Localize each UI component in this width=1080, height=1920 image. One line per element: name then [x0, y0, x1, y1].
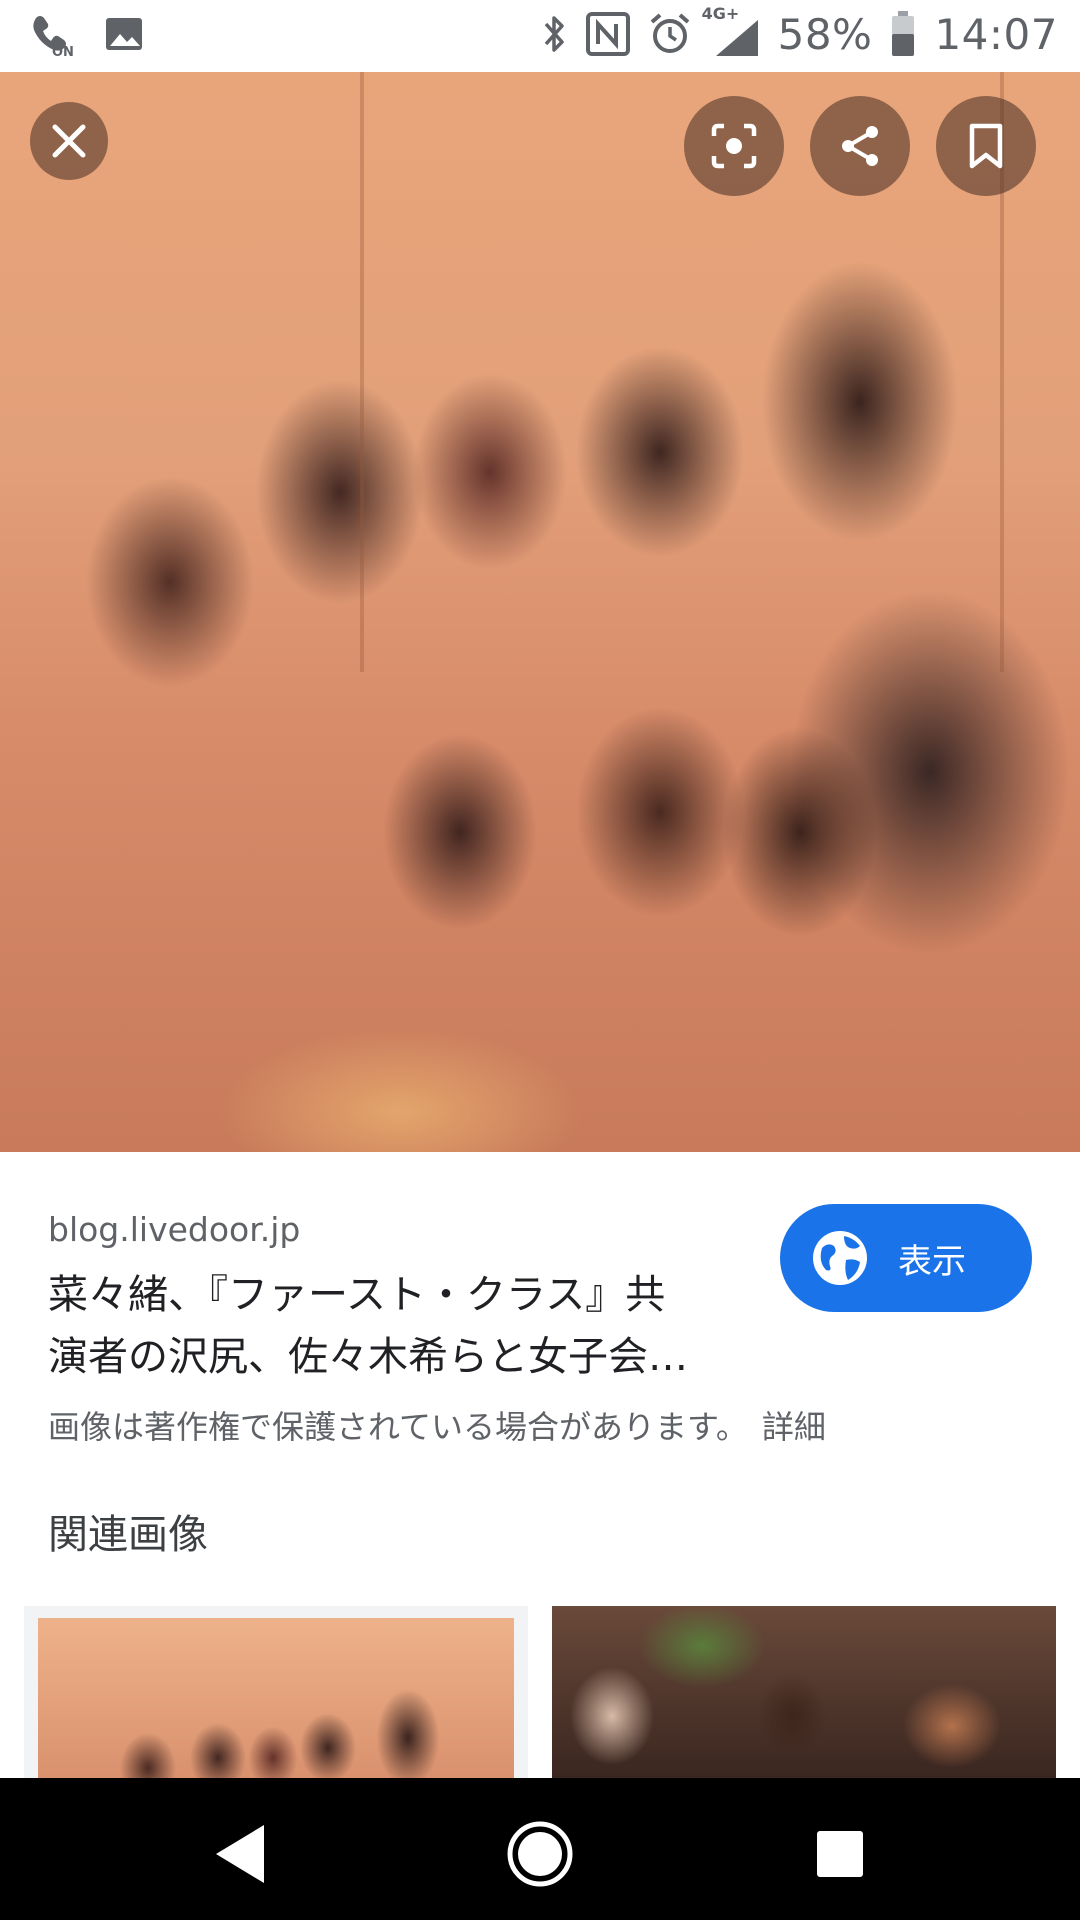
nfc-icon: [585, 12, 630, 56]
bookmark-icon: [966, 122, 1006, 170]
home-button[interactable]: [500, 1814, 580, 1894]
wall-seam: [360, 72, 364, 672]
copyright-notice: 画像は著作権で保護されている場合があります。 詳細: [48, 1402, 826, 1448]
network-type-label: 4G+: [701, 4, 740, 23]
copyright-text: 画像は著作権で保護されている場合があります。: [48, 1408, 748, 1446]
close-button[interactable]: [30, 102, 108, 180]
related-image: [38, 1618, 514, 1778]
details-link[interactable]: 詳細: [762, 1408, 826, 1446]
home-icon: [505, 1819, 575, 1889]
source-domain[interactable]: blog.livedoor.jp: [48, 1210, 300, 1249]
globe-icon: [810, 1228, 870, 1288]
result-title-line: 演者の沢尻、佐々木希らと女子会…: [48, 1334, 688, 1380]
related-image-thumbnail[interactable]: [24, 1606, 528, 1778]
recents-button[interactable]: [800, 1814, 880, 1894]
related-image-thumbnail[interactable]: [552, 1606, 1056, 1778]
related-images-heading: 関連画像: [48, 1512, 208, 1558]
battery-icon: [890, 10, 916, 58]
bluetooth-icon: [542, 12, 568, 56]
recents-icon: [815, 1829, 865, 1879]
volte-on-icon: ON: [30, 10, 74, 58]
signal-4g-icon: 4G+: [702, 4, 760, 60]
share-button[interactable]: [810, 96, 910, 196]
visit-button-label: 表示: [898, 1241, 966, 1282]
visit-button[interactable]: 表示: [780, 1204, 1032, 1312]
svg-text:ON: ON: [52, 45, 74, 58]
share-icon: [836, 122, 884, 170]
image-notification-icon: [104, 16, 144, 52]
lens-search-button[interactable]: [684, 96, 784, 196]
battery-percentage: 58%: [777, 9, 873, 59]
preview-image[interactable]: [0, 72, 1080, 1152]
alarm-icon: [648, 12, 692, 56]
save-button[interactable]: [936, 96, 1036, 196]
back-button[interactable]: [200, 1814, 280, 1894]
lens-search-icon: [710, 122, 758, 170]
result-title-line: 菜々緒、『ファースト・クラス』共: [48, 1272, 666, 1318]
clock: 14:07: [934, 9, 1058, 59]
close-icon: [51, 123, 87, 159]
back-icon: [212, 1823, 268, 1885]
result-title[interactable]: 菜々緒、『ファースト・クラス』共 演者の沢尻、佐々木希らと女子会…: [48, 1264, 748, 1388]
system-navigation-bar: [0, 1778, 1080, 1920]
status-bar: ON 4G+ 58% 14:07: [0, 0, 1080, 72]
